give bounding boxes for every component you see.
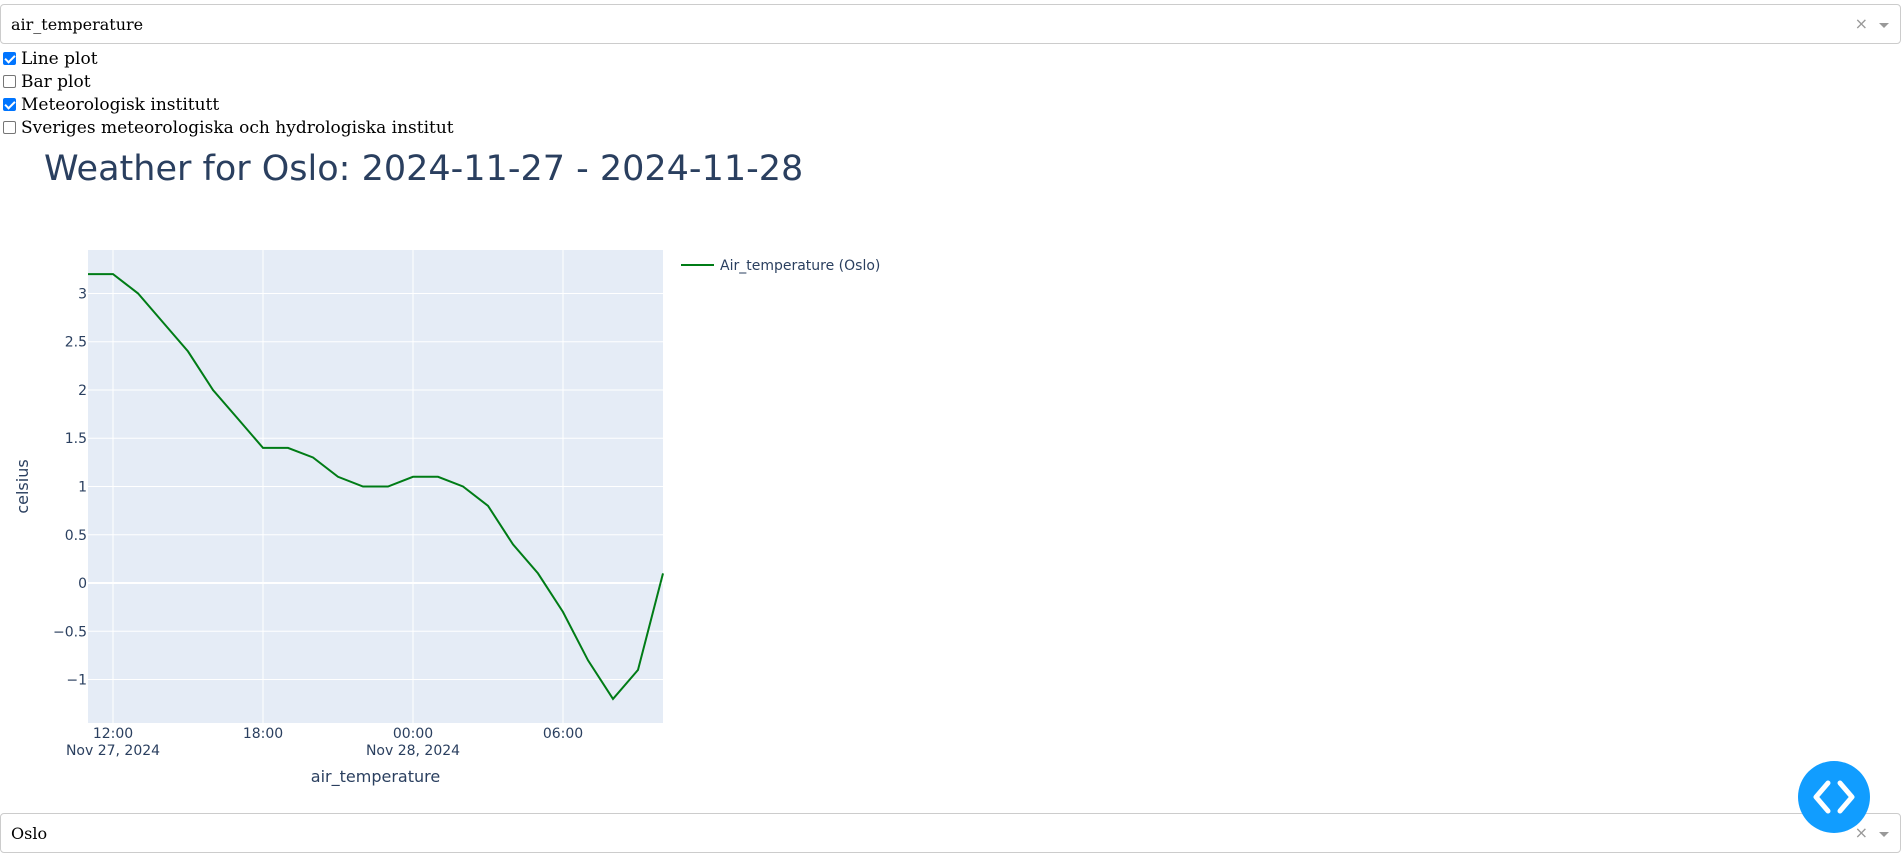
chevron-down-icon[interactable] (1879, 23, 1889, 28)
met-no-label: Meteorologisk institutt (21, 94, 220, 115)
line-plot-label: Line plot (21, 48, 98, 69)
bar-plot-label: Bar plot (21, 71, 91, 92)
smhi-checkbox[interactable] (3, 121, 16, 134)
weather-chart: Weather for Oslo: 2024-11-27 - 2024-11-2… (13, 149, 880, 787)
line-plot-checkbox[interactable] (3, 52, 16, 65)
city-dropdown[interactable]: Oslo × (0, 813, 1901, 853)
x-tick-label: 18:00 (243, 726, 283, 742)
code-brackets-icon (1813, 780, 1855, 814)
close-icon[interactable]: × (1855, 14, 1868, 33)
checklist-item-bar-plot[interactable]: Bar plot (3, 70, 454, 93)
checklist-item-smhi[interactable]: Sveriges meteorologiska och hydrologiska… (3, 116, 454, 139)
y-tick-label: −0.5 (53, 624, 87, 640)
y-axis-title: celsius (13, 459, 32, 513)
y-tick-label: 2 (78, 383, 87, 399)
dev-tools-button[interactable] (1798, 761, 1870, 833)
chart-legend[interactable]: Air_temperature (Oslo) (681, 258, 880, 274)
chart-title: Weather for Oslo: 2024-11-27 - 2024-11-2… (44, 149, 803, 189)
city-dropdown-value: Oslo (11, 824, 48, 843)
y-tick-label: 0.5 (65, 528, 87, 544)
y-tick-label: 3 (78, 286, 87, 302)
variable-dropdown[interactable]: air_temperature × (0, 4, 1901, 44)
legend-label: Air_temperature (Oslo) (720, 258, 880, 274)
chevron-down-icon[interactable] (1879, 832, 1889, 837)
y-tick-label: 1.5 (65, 431, 87, 447)
x-tick-label: 12:00 (93, 726, 133, 742)
y-tick-label: −1 (66, 673, 87, 689)
plot-options-checklist: Line plot Bar plot Meteorologisk institu… (3, 47, 454, 139)
close-icon[interactable]: × (1855, 823, 1868, 842)
y-tick-label: 2.5 (65, 335, 87, 351)
x-tick-label: 06:00 (543, 726, 583, 742)
variable-dropdown-value: air_temperature (11, 15, 144, 34)
x-tick-sublabel: Nov 27, 2024 (66, 743, 160, 759)
checklist-item-line-plot[interactable]: Line plot (3, 47, 454, 70)
y-tick-label: 1 (78, 480, 87, 496)
y-tick-label: 0 (78, 576, 87, 592)
x-axis-title: air_temperature (311, 767, 440, 787)
x-tick-sublabel: Nov 28, 2024 (366, 743, 460, 759)
smhi-label: Sveriges meteorologiska och hydrologiska… (21, 117, 454, 138)
met-no-checkbox[interactable] (3, 98, 16, 111)
bar-plot-checkbox[interactable] (3, 75, 16, 88)
x-tick-label: 00:00 (393, 726, 433, 742)
checklist-item-met-no[interactable]: Meteorologisk institutt (3, 93, 454, 116)
